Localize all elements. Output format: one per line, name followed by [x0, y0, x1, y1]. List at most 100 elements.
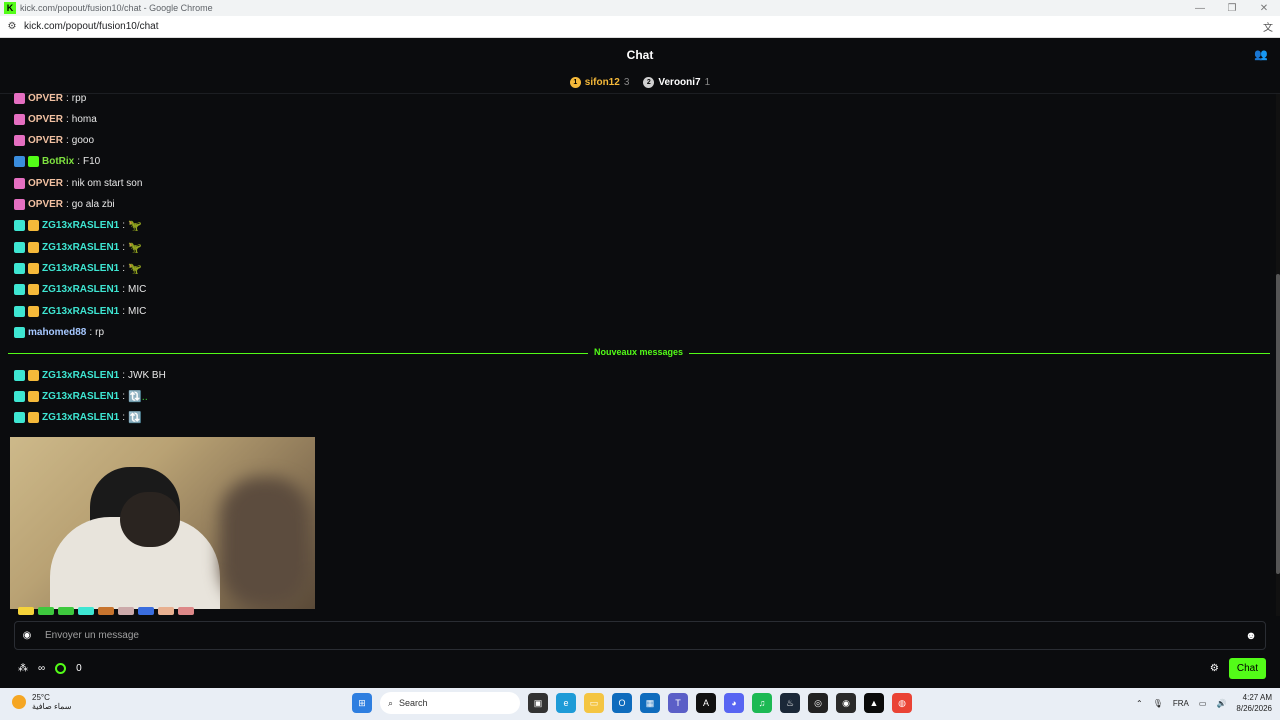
url-text[interactable]: kick.com/popout/fusion10/chat [24, 21, 1256, 32]
user-badge-icon[interactable] [14, 156, 25, 168]
user-badge-icon[interactable] [14, 92, 25, 104]
leaderboard-entry[interactable]: 2 Verooni7 1 [643, 77, 710, 88]
user-badge-icon[interactable] [28, 241, 39, 253]
chat-username[interactable]: ZG13xRASLEN1 [42, 306, 119, 317]
emoji-picker-icon[interactable]: ☻ [1237, 630, 1265, 642]
chat-message[interactable]: ZG13xRASLEN1: 🔃 [14, 410, 142, 426]
user-badge-icon[interactable] [28, 262, 39, 274]
chat-message[interactable]: ZG13xRASLEN1: MIC [14, 303, 146, 319]
emote-thumb[interactable] [158, 607, 174, 615]
user-badge-icon[interactable] [14, 220, 25, 232]
emote-thumb[interactable] [118, 607, 134, 615]
new-messages-label[interactable]: Nouveaux messages [588, 347, 690, 357]
volume-icon[interactable]: 🔊 [1216, 699, 1226, 708]
user-badge-icon[interactable] [28, 390, 39, 402]
emote-strip[interactable] [18, 607, 278, 615]
address-bar[interactable]: ⚙ kick.com/popout/fusion10/chat 文 [0, 16, 1280, 38]
chrome-icon[interactable]: ◍ [892, 693, 912, 713]
chat-username[interactable]: ZG13xRASLEN1 [42, 263, 119, 274]
steam-icon[interactable]: ♨ [780, 693, 800, 713]
display-icon[interactable]: ▭ [1199, 699, 1207, 708]
tray-chevron-icon[interactable]: ⌃ [1136, 699, 1143, 708]
user-badge-icon[interactable] [14, 113, 25, 125]
chat-message[interactable]: ZG13xRASLEN1: 🦖 [14, 239, 142, 255]
store-icon[interactable]: ▦ [640, 693, 660, 713]
chat-message[interactable]: ZG13xRASLEN1: 🦖 [14, 218, 142, 234]
app-circle-icon[interactable]: ◉ [836, 693, 856, 713]
edge-icon[interactable]: e [556, 693, 576, 713]
chat-username[interactable]: ZG13xRASLEN1 [42, 412, 119, 423]
chat-username[interactable]: OPVER [28, 93, 63, 104]
user-badge-icon[interactable] [14, 326, 25, 338]
windows-start-icon[interactable]: ⊞ [352, 693, 372, 713]
user-badge-icon[interactable] [14, 135, 25, 147]
emote-thumb[interactable] [178, 607, 194, 615]
chat-message[interactable]: ZG13xRASLEN1: 🔃.. [14, 388, 148, 404]
user-badge-icon[interactable] [14, 369, 25, 381]
user-badge-icon[interactable] [14, 241, 25, 253]
scrollbar-thumb[interactable] [1276, 274, 1280, 574]
chat-username[interactable]: mahomed88 [28, 327, 86, 338]
emote-thumb[interactable] [18, 607, 34, 615]
chat-emote[interactable]: 🔃.. [128, 390, 148, 403]
chat-message[interactable]: mahomed88: rp [14, 324, 104, 340]
chat-message[interactable]: OPVER: homa [14, 111, 97, 127]
outlook-icon[interactable]: O [612, 693, 632, 713]
share-icon[interactable]: ⁂ [18, 663, 28, 674]
emote-thumb[interactable] [38, 607, 54, 615]
users-icon[interactable]: 👥 [1254, 48, 1268, 61]
minimize-icon[interactable]: — [1184, 3, 1216, 14]
teams-icon[interactable]: T [668, 693, 688, 713]
user-badge-icon[interactable] [14, 199, 25, 210]
spotify-icon[interactable]: ♫ [752, 693, 772, 713]
chat-username[interactable]: OPVER [28, 199, 63, 210]
app-triangle-icon[interactable]: ▲ [864, 693, 884, 713]
chat-messages[interactable]: OPVER: rpp OPVER: homa OPVER: gooo BotRix: F10 O… [0, 88, 1276, 440]
app-a-icon[interactable]: A [696, 693, 716, 713]
chat-scrollbar[interactable] [1276, 94, 1280, 616]
send-chat-button[interactable]: Chat [1228, 657, 1266, 679]
user-badge-icon[interactable] [28, 156, 39, 168]
microphone-icon[interactable]: 🎙 [1153, 699, 1163, 708]
discord-icon[interactable]: ◕ [724, 693, 744, 713]
emote-thumb[interactable] [138, 607, 154, 615]
user-badge-icon[interactable] [14, 177, 25, 189]
close-icon[interactable]: ✕ [1248, 3, 1280, 14]
user-badge-icon[interactable] [14, 284, 25, 296]
user-badge-icon[interactable] [14, 390, 25, 402]
chat-message[interactable]: ZG13xRASLEN1: 🦖 [14, 260, 142, 276]
taskbar-clock[interactable]: 4:27 AM 8/26/2026 [1236, 692, 1272, 714]
user-badge-icon[interactable] [28, 305, 39, 317]
chat-username[interactable]: OPVER [28, 135, 63, 146]
chat-username[interactable]: BotRix [42, 156, 74, 167]
chat-message[interactable]: OPVER: nik om start son [14, 175, 142, 191]
site-settings-icon[interactable]: ⚙ [0, 21, 24, 32]
file-explorer-icon[interactable]: ▭ [584, 693, 604, 713]
chat-message[interactable]: ZG13xRASLEN1: MIC [14, 282, 146, 298]
user-badge-icon[interactable] [14, 412, 25, 424]
chat-message[interactable]: OPVER: rpp [14, 90, 86, 106]
emote-thumb[interactable] [58, 607, 74, 615]
chat-emote[interactable]: 🦖 [128, 219, 142, 232]
chat-emote[interactable]: 🔃 [128, 411, 142, 424]
chat-message[interactable]: BotRix: F10 [14, 154, 100, 170]
chat-rules-icon[interactable]: ◉ [15, 630, 39, 641]
leaderboard-entry[interactable]: 1 sifon12 3 [569, 77, 629, 88]
user-badge-icon[interactable] [28, 369, 39, 381]
user-badge-icon[interactable] [28, 284, 39, 296]
chat-username[interactable]: ZG13xRASLEN1 [42, 242, 119, 253]
chat-username[interactable]: ZG13xRASLEN1 [42, 391, 119, 402]
chat-message[interactable]: OPVER: go ala zbi [14, 197, 115, 213]
chat-username[interactable]: ZG13xRASLEN1 [42, 370, 119, 381]
user-badge-icon[interactable] [28, 220, 39, 232]
chat-message-input[interactable] [39, 630, 1237, 641]
chat-emote[interactable]: 🦖 [128, 262, 142, 275]
user-badge-icon[interactable] [14, 305, 25, 317]
channel-points-icon[interactable] [55, 662, 67, 674]
emote-thumb[interactable] [78, 607, 94, 615]
chat-message[interactable]: OPVER: gooo [14, 133, 94, 149]
obs-icon[interactable]: ◎ [808, 693, 828, 713]
taskbar-search[interactable]: ⌕ Search [380, 692, 520, 714]
user-badge-icon[interactable] [14, 262, 25, 274]
language-indicator[interactable]: FRA [1173, 699, 1189, 708]
